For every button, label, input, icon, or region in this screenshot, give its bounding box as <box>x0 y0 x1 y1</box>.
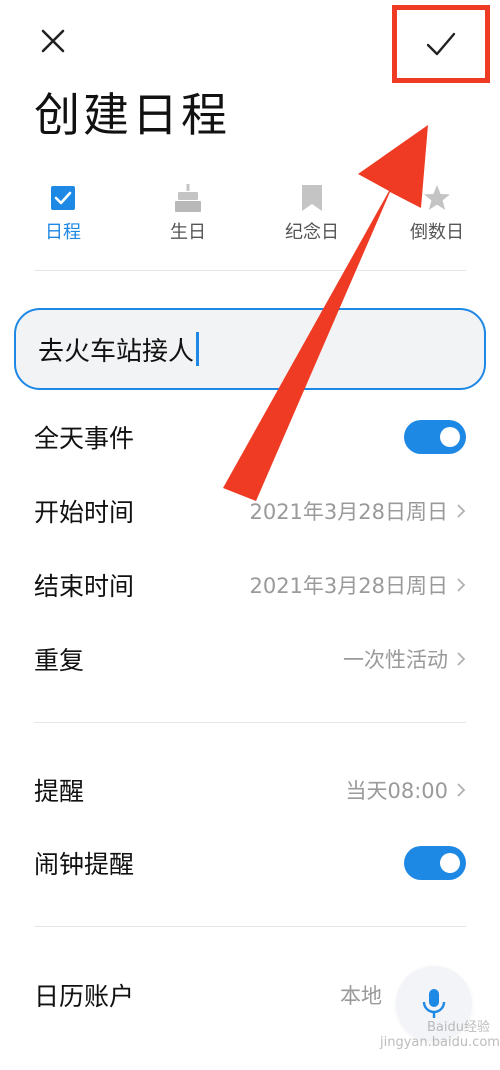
tab-anniversary[interactable]: 纪念日 <box>267 180 357 250</box>
chevron-right-icon <box>457 652 466 666</box>
microphone-icon <box>422 989 446 1018</box>
alarm-row: 闹钟提醒 <box>34 838 466 888</box>
toggle-knob <box>440 853 460 873</box>
start-time-label: 开始时间 <box>34 498 135 527</box>
end-time-label: 结束时间 <box>34 572 135 601</box>
end-time-value: 2021年3月28日周日 <box>249 574 448 598</box>
confirm-button[interactable] <box>392 5 490 83</box>
tab-label: 纪念日 <box>285 222 339 243</box>
calendar-account-label: 日历账户 <box>34 982 135 1011</box>
close-button[interactable] <box>30 18 76 64</box>
repeat-label: 重复 <box>34 646 85 675</box>
chevron-right-icon <box>457 783 466 797</box>
divider <box>34 270 466 271</box>
tab-label: 生日 <box>170 222 206 243</box>
divider <box>34 722 466 723</box>
divider <box>34 926 466 927</box>
reminder-label: 提醒 <box>34 777 85 806</box>
calendar-account-value: 本地 <box>340 984 382 1008</box>
star-icon <box>424 185 450 210</box>
chevron-right-icon <box>457 578 466 592</box>
text-caret <box>196 332 200 366</box>
reminder-row[interactable]: 提醒 当天08:00 <box>34 765 466 815</box>
checkmark-icon <box>426 32 456 56</box>
watermark-line2: jingyan.baidu.com <box>380 1035 500 1050</box>
tab-schedule[interactable]: 日程 <box>18 180 108 250</box>
end-time-row[interactable]: 结束时间 2021年3月28日周日 <box>34 560 466 610</box>
cake-icon <box>175 184 201 212</box>
repeat-value: 一次性活动 <box>343 648 448 672</box>
repeat-row[interactable]: 重复 一次性活动 <box>34 634 466 684</box>
bookmark-icon <box>302 185 322 211</box>
alarm-toggle[interactable] <box>404 846 466 880</box>
all-day-toggle[interactable] <box>404 420 466 454</box>
chevron-right-icon <box>457 504 466 518</box>
page-title: 创建日程 <box>34 88 230 142</box>
toggle-knob <box>440 427 460 447</box>
start-time-value: 2021年3月28日周日 <box>249 500 448 524</box>
start-time-row[interactable]: 开始时间 2021年3月28日周日 <box>34 486 466 536</box>
all-day-row: 全天事件 <box>34 412 466 462</box>
alarm-label: 闹钟提醒 <box>34 850 135 879</box>
tab-birthday[interactable]: 生日 <box>143 180 233 250</box>
tab-label: 日程 <box>45 222 81 243</box>
tab-label: 倒数日 <box>410 222 464 243</box>
checkbox-icon <box>51 186 75 210</box>
watermark: Baidu经验 jingyan.baidu.com <box>380 1020 500 1050</box>
event-title-text: 去火车站接人 <box>38 336 195 367</box>
close-icon <box>41 29 65 53</box>
tab-countdown[interactable]: 倒数日 <box>392 180 482 250</box>
all-day-label: 全天事件 <box>34 424 135 453</box>
watermark-line1: Baidu经验 <box>427 1020 490 1035</box>
reminder-value: 当天08:00 <box>345 779 448 803</box>
event-title-input[interactable]: 去火车站接人 <box>14 308 486 390</box>
